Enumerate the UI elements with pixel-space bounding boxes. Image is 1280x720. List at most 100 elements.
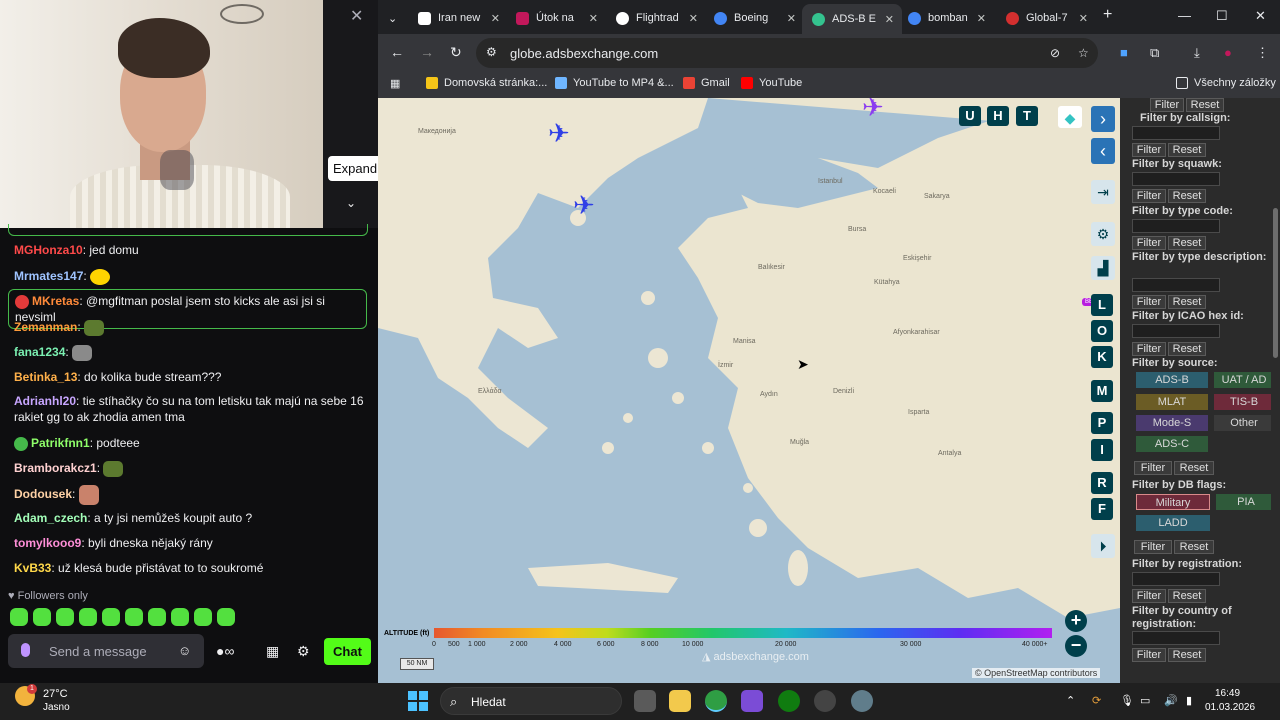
browser-tab[interactable]: Boeing ✕ <box>714 6 796 30</box>
source-chip[interactable]: TIS-B <box>1214 394 1274 410</box>
chrome-icon[interactable] <box>705 690 727 712</box>
clock-time[interactable]: 16:49 <box>1215 688 1240 699</box>
file-explorer-icon[interactable] <box>669 690 691 712</box>
extension-icon[interactable]: ■ <box>1120 45 1128 60</box>
emoji-picker-icon[interactable]: ☺ <box>178 643 191 658</box>
emote-icon[interactable] <box>10 608 28 626</box>
aircraft-icon[interactable]: ✈ <box>573 190 595 221</box>
filter-button[interactable]: Filter <box>1132 342 1166 356</box>
browser-tab-active[interactable]: ADS-B E ✕ <box>802 4 902 34</box>
menu-kebab-icon[interactable]: ⋮ <box>1256 45 1269 61</box>
prev-arrow-icon[interactable]: ‹ <box>1091 138 1115 164</box>
close-tab-icon[interactable]: ✕ <box>589 12 598 25</box>
close-tab-icon[interactable]: ✕ <box>689 12 698 25</box>
toggle-R-button[interactable]: R <box>1091 472 1113 494</box>
chat-username[interactable]: Betinka_13 <box>14 370 77 384</box>
windows-start-icon[interactable] <box>408 691 428 711</box>
source-chip[interactable]: ADS-B <box>1136 372 1208 388</box>
browser-tab[interactable]: bomban ✕ <box>908 6 986 30</box>
source-chip[interactable]: Other <box>1214 415 1274 431</box>
emote-icon[interactable] <box>194 608 212 626</box>
toggle-O-button[interactable]: O <box>1091 320 1113 342</box>
maximize-icon[interactable]: ☐ <box>1216 8 1228 24</box>
reset-button[interactable]: Reset <box>1186 98 1224 112</box>
reset-button[interactable]: Reset <box>1168 143 1206 157</box>
minimize-icon[interactable]: — <box>1178 8 1191 23</box>
reset-button[interactable]: Reset <box>1168 342 1206 356</box>
filter-button[interactable]: Filter <box>1132 143 1166 157</box>
filter-button[interactable]: Filter <box>1132 648 1166 662</box>
next-arrow-icon[interactable]: › <box>1091 106 1115 132</box>
emote-icon[interactable] <box>79 608 97 626</box>
aircraft-icon[interactable]: ✈ <box>862 98 884 123</box>
db-flag-chip[interactable]: Military <box>1136 494 1210 510</box>
chat-username[interactable]: Patrikfnn1 <box>31 436 90 450</box>
close-tab-icon[interactable]: ✕ <box>885 13 894 26</box>
filter-button[interactable]: Filter <box>1132 589 1166 603</box>
taskbar-search[interactable]: ⌕ Hledat <box>440 687 622 715</box>
filter-button[interactable]: Filter <box>1132 189 1166 203</box>
zoom-in-button[interactable]: + <box>1065 610 1087 632</box>
close-tab-icon[interactable]: ✕ <box>491 12 500 25</box>
emote-icon[interactable] <box>148 608 166 626</box>
country-input[interactable] <box>1132 631 1220 645</box>
tray-overflow-icon[interactable]: ⌃ <box>1066 694 1075 707</box>
chat-username[interactable]: Mrmates147 <box>14 269 83 283</box>
weather-temperature[interactable]: 27°C <box>43 688 68 700</box>
reset-button[interactable]: Reset <box>1168 648 1206 662</box>
reset-button[interactable]: Reset <box>1168 236 1206 250</box>
profile-avatar-icon[interactable]: ● <box>1224 45 1232 60</box>
chevron-down-icon[interactable]: ⌄ <box>346 196 356 210</box>
toggle-T-button[interactable]: T <box>1016 106 1038 126</box>
filter-button[interactable]: Filter <box>1134 540 1172 554</box>
toggle-M-button[interactable]: M <box>1091 380 1113 402</box>
new-tab-icon[interactable]: + <box>1103 6 1112 24</box>
login-icon[interactable]: ⇥ <box>1091 180 1115 204</box>
settings-gear-icon[interactable]: ⚙ <box>1091 222 1115 246</box>
browser-tab[interactable]: Útok na ✕ <box>516 6 598 30</box>
browser-tab[interactable]: Flightrad ✕ <box>616 6 698 30</box>
filter-button[interactable]: Filter <box>1132 236 1166 250</box>
sync-icon[interactable]: ⟳ <box>1092 694 1101 707</box>
bookmark-item[interactable]: Domovská stránka:... <box>426 77 547 89</box>
squawk-input[interactable] <box>1132 172 1220 186</box>
filter-button[interactable]: Filter <box>1150 98 1184 112</box>
connections-icon[interactable]: ●∞ <box>216 643 234 659</box>
type-code-input[interactable] <box>1132 219 1220 233</box>
reset-button[interactable]: Reset <box>1168 295 1206 309</box>
all-bookmarks[interactable]: Všechny záložky <box>1176 77 1276 89</box>
bookmark-item[interactable]: YouTube to MP4 &... <box>555 77 674 89</box>
chat-username[interactable]: Zemanman <box>14 320 77 334</box>
close-icon[interactable]: ✕ <box>350 6 363 26</box>
bookmark-star-icon[interactable]: ☆ <box>1078 46 1089 60</box>
aircraft-icon[interactable]: ✈ <box>548 118 570 149</box>
chat-username[interactable]: Dodousek <box>14 487 72 501</box>
xbox-icon[interactable] <box>778 690 800 712</box>
map-attribution[interactable]: © OpenStreetMap contributors <box>972 668 1101 678</box>
chat-username[interactable]: tomylkooo9 <box>14 536 81 550</box>
browser-tab[interactable]: Global-7 ✕ <box>1006 6 1088 30</box>
clock-date[interactable]: 01.03.2026 <box>1205 702 1255 713</box>
toggle-F-button[interactable]: F <box>1091 498 1113 520</box>
url-omnibox[interactable]: ⚙ globe.adsbexchange.com ⊘ ☆ <box>476 38 1098 68</box>
reset-button[interactable]: Reset <box>1174 461 1214 475</box>
extensions-puzzle-icon[interactable]: ⧉ <box>1150 45 1159 61</box>
close-tab-icon[interactable]: ✕ <box>787 12 796 25</box>
chat-username[interactable]: Adrianhl20 <box>14 394 76 408</box>
url-text[interactable]: globe.adsbexchange.com <box>510 46 658 61</box>
toggle-I-button[interactable]: I <box>1091 439 1113 461</box>
toggle-P-button[interactable]: P <box>1091 412 1113 434</box>
filter-button[interactable]: Filter <box>1132 295 1166 309</box>
app-icon[interactable] <box>741 690 763 712</box>
chat-message-input[interactable]: Send a message ☺ <box>8 634 204 668</box>
microphone-icon[interactable]: 🎙 <box>1120 694 1134 707</box>
bookmark-item[interactable]: Gmail <box>683 77 730 89</box>
chat-username[interactable]: KvB33 <box>14 561 51 575</box>
microphone-icon[interactable] <box>21 643 30 657</box>
close-window-icon[interactable]: ✕ <box>1255 8 1266 24</box>
store-icon[interactable]: ▦ <box>266 643 279 660</box>
emote-icon[interactable] <box>217 608 235 626</box>
reset-button[interactable]: Reset <box>1168 589 1206 603</box>
reload-icon[interactable]: ↻ <box>450 44 462 61</box>
emote-icon[interactable] <box>125 608 143 626</box>
